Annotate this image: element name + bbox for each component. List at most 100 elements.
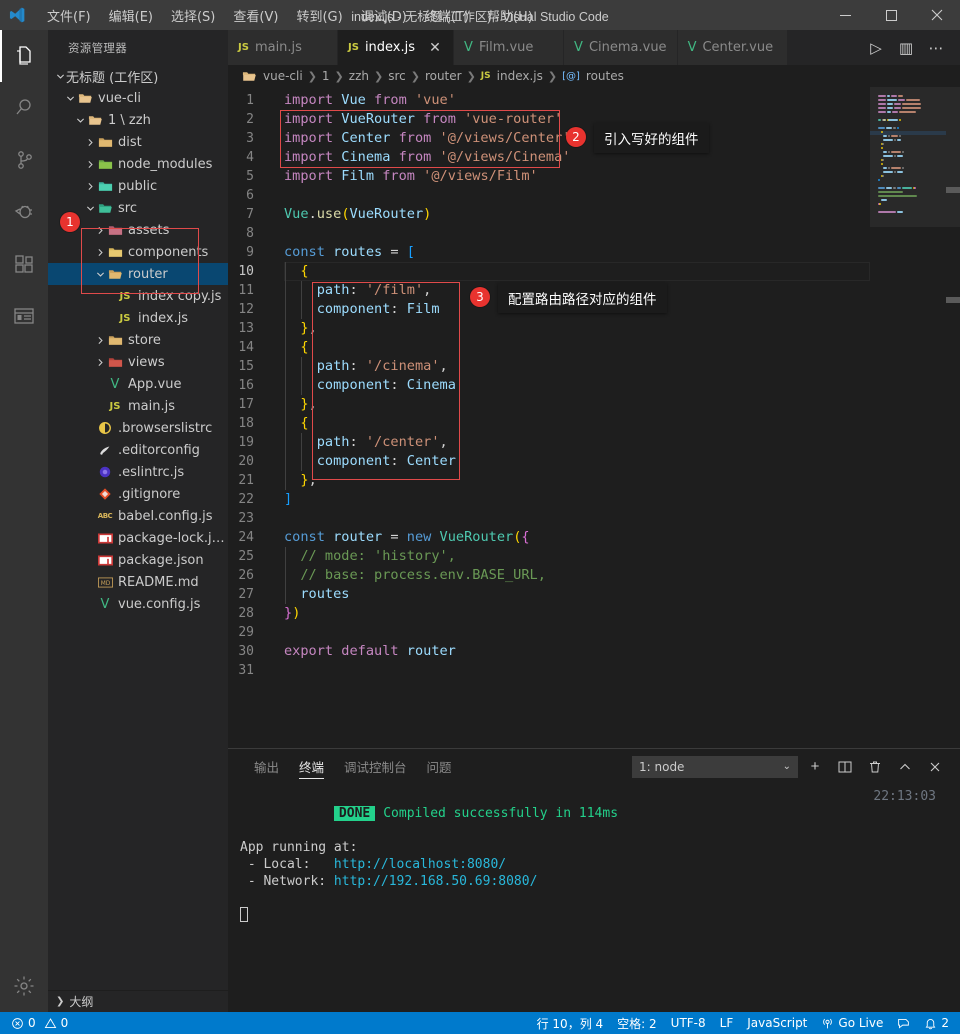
settings-gear-icon[interactable] [0,960,48,1012]
panel-tab-debug-console[interactable]: 调试控制台 [334,749,417,784]
remote-explorer-icon[interactable] [0,290,48,342]
panel-tabs[interactable]: 输出 终端 调试控制台 问题 1: node ⌄ + [228,749,960,784]
menu-help[interactable]: 帮助(H) [478,2,542,29]
terminal-selector[interactable]: 1: node ⌄ [632,755,798,778]
menu-view[interactable]: 查看(V) [224,2,287,29]
editor-actions[interactable]: ▷ ▥ ⋯ [862,30,960,65]
more-actions-icon[interactable]: ⋯ [922,30,950,65]
code-line[interactable]: 7 Vue.use(VueRouter) [228,205,870,224]
debug-icon[interactable] [0,186,48,238]
breadcrumb-item[interactable]: router [425,69,462,83]
breadcrumb-item[interactable]: zzh [349,69,369,83]
status-language-mode[interactable]: JavaScript [740,1012,814,1034]
code-line[interactable]: 20 component: Center [228,452,870,471]
code-line[interactable]: 24 const router = new VueRouter({ [228,528,870,547]
code-line[interactable]: 27 routes [228,585,870,604]
tree-file-item[interactable]: V App.vue [48,373,228,395]
code-line[interactable]: 23 [228,509,870,528]
code-line[interactable]: 15 path: '/cinema', [228,357,870,376]
tab-cinema-vue[interactable]: V Cinema.vue [564,30,678,65]
code-line[interactable]: 2 import VueRouter from 'vue-router' [228,110,870,129]
panel-tab-terminal[interactable]: 终端 [289,749,334,784]
scrollbar[interactable] [946,87,960,748]
code-line[interactable]: 6 [228,186,870,205]
code-line[interactable]: 26 // base: process.env.BASE_URL, [228,566,870,585]
code-line[interactable]: 19 path: '/center', [228,433,870,452]
close-button[interactable] [914,0,960,30]
tree-file-item[interactable]: package.json [48,549,228,571]
window-controls[interactable] [822,0,960,30]
tab-center-vue[interactable]: V Center.vue [677,30,788,65]
new-terminal-icon[interactable]: + [802,754,828,780]
tree-file-item[interactable]: MD README.md [48,571,228,593]
panel-tab-problems[interactable]: 问题 [417,749,462,784]
tree-folder-item[interactable]: router [48,263,228,285]
maximize-panel-icon[interactable] [892,754,918,780]
tab-film-vue[interactable]: V Film.vue [454,30,565,65]
breadcrumb[interactable]: vue-cli ❯ 1 ❯ zzh ❯ src ❯ router ❯ JS index.js ❯ [@] r… [228,65,960,87]
split-editor-icon[interactable]: ▥ [892,30,920,65]
code-line[interactable]: 4 import Cinema from '@/views/Cinema' [228,148,870,167]
tree-file-item[interactable]: JS index.js [48,307,228,329]
code-line[interactable]: 13 }, [228,319,870,338]
tab-index-js[interactable]: JS index.js ✕ [338,30,455,65]
tree-file-item[interactable]: JS index copy.js [48,285,228,307]
breadcrumb-item[interactable]: 1 [322,69,330,83]
code-line[interactable]: 18 { [228,414,870,433]
explorer-icon[interactable] [0,30,48,82]
tree-folder-item[interactable]: 无标题 (工作区) [48,65,228,87]
tree-file-item[interactable]: .gitignore [48,483,228,505]
panel-tab-output[interactable]: 输出 [244,749,289,784]
code-line[interactable]: 9 const routes = [ [228,243,870,262]
code-line[interactable]: 22] [228,490,870,509]
breadcrumb-item[interactable]: src [388,69,406,83]
tree-file-item[interactable]: ABC babel.config.js [48,505,228,527]
local-url[interactable]: http://localhost:8080/ [334,857,506,872]
code-line[interactable]: 31 [228,661,870,680]
tree-folder-item[interactable]: components [48,241,228,263]
kill-terminal-icon[interactable] [862,754,888,780]
code-line[interactable]: 30 export default router [228,642,870,661]
tree-file-item[interactable]: .browserslistrc [48,417,228,439]
breadcrumb-item[interactable]: JS index.js [481,69,543,83]
tab-main-js[interactable]: JS main.js [228,30,338,65]
tree-folder-item[interactable]: views [48,351,228,373]
code-line[interactable]: 3 import Center from '@/views/Center' [228,129,870,148]
status-feedback[interactable] [890,1012,917,1034]
menu-terminal[interactable]: 终端(T) [416,2,478,29]
status-eol[interactable]: LF [713,1012,741,1034]
tree-file-item[interactable]: .eslintrc.js [48,461,228,483]
code-line[interactable]: 10 { [228,262,870,281]
breadcrumb-item[interactable]: vue-cli [242,69,303,84]
tree-folder-item[interactable]: vue-cli [48,87,228,109]
menu-go[interactable]: 转到(G) [287,2,351,29]
code-line[interactable]: 29 [228,623,870,642]
status-problems[interactable]: 0 0 [4,1012,75,1034]
menu-file[interactable]: 文件(F) [38,2,100,29]
network-url[interactable]: http://192.168.50.69:8080/ [334,874,538,889]
menu-selection[interactable]: 选择(S) [162,2,224,29]
panel-actions[interactable]: 1: node ⌄ + [632,754,960,780]
tree-folder-item[interactable]: dist [48,131,228,153]
minimap[interactable] [870,87,960,748]
code-line[interactable]: 17 }, [228,395,870,414]
run-icon[interactable]: ▷ [862,30,890,65]
tree-folder-item[interactable]: store [48,329,228,351]
editor-tabs[interactable]: JS main.js JS index.js ✕ V Film.vue V Ci… [228,30,960,65]
tree-folder-item[interactable]: 1 \ zzh [48,109,228,131]
close-panel-icon[interactable] [922,754,948,780]
menu-edit[interactable]: 编辑(E) [100,2,162,29]
outline-section[interactable]: ❯ 大纲 [48,990,228,1012]
minimize-button[interactable] [822,0,868,30]
split-terminal-icon[interactable] [832,754,858,780]
tree-file-item[interactable]: .editorconfig [48,439,228,461]
status-cursor-position[interactable]: 行 10，列 4 [530,1012,611,1034]
code-line[interactable]: 25 // mode: 'history', [228,547,870,566]
code-line[interactable]: 16 component: Cinema [228,376,870,395]
tab-close-icon[interactable]: ✕ [427,40,443,56]
tree-folder-item[interactable]: public [48,175,228,197]
terminal-output[interactable]: 22:13:03 DONE Compiled successfully in 11… [228,784,960,1012]
status-encoding[interactable]: UTF-8 [664,1012,713,1034]
tree-folder-item[interactable]: node_modules [48,153,228,175]
status-notifications[interactable]: 2 [917,1012,956,1034]
